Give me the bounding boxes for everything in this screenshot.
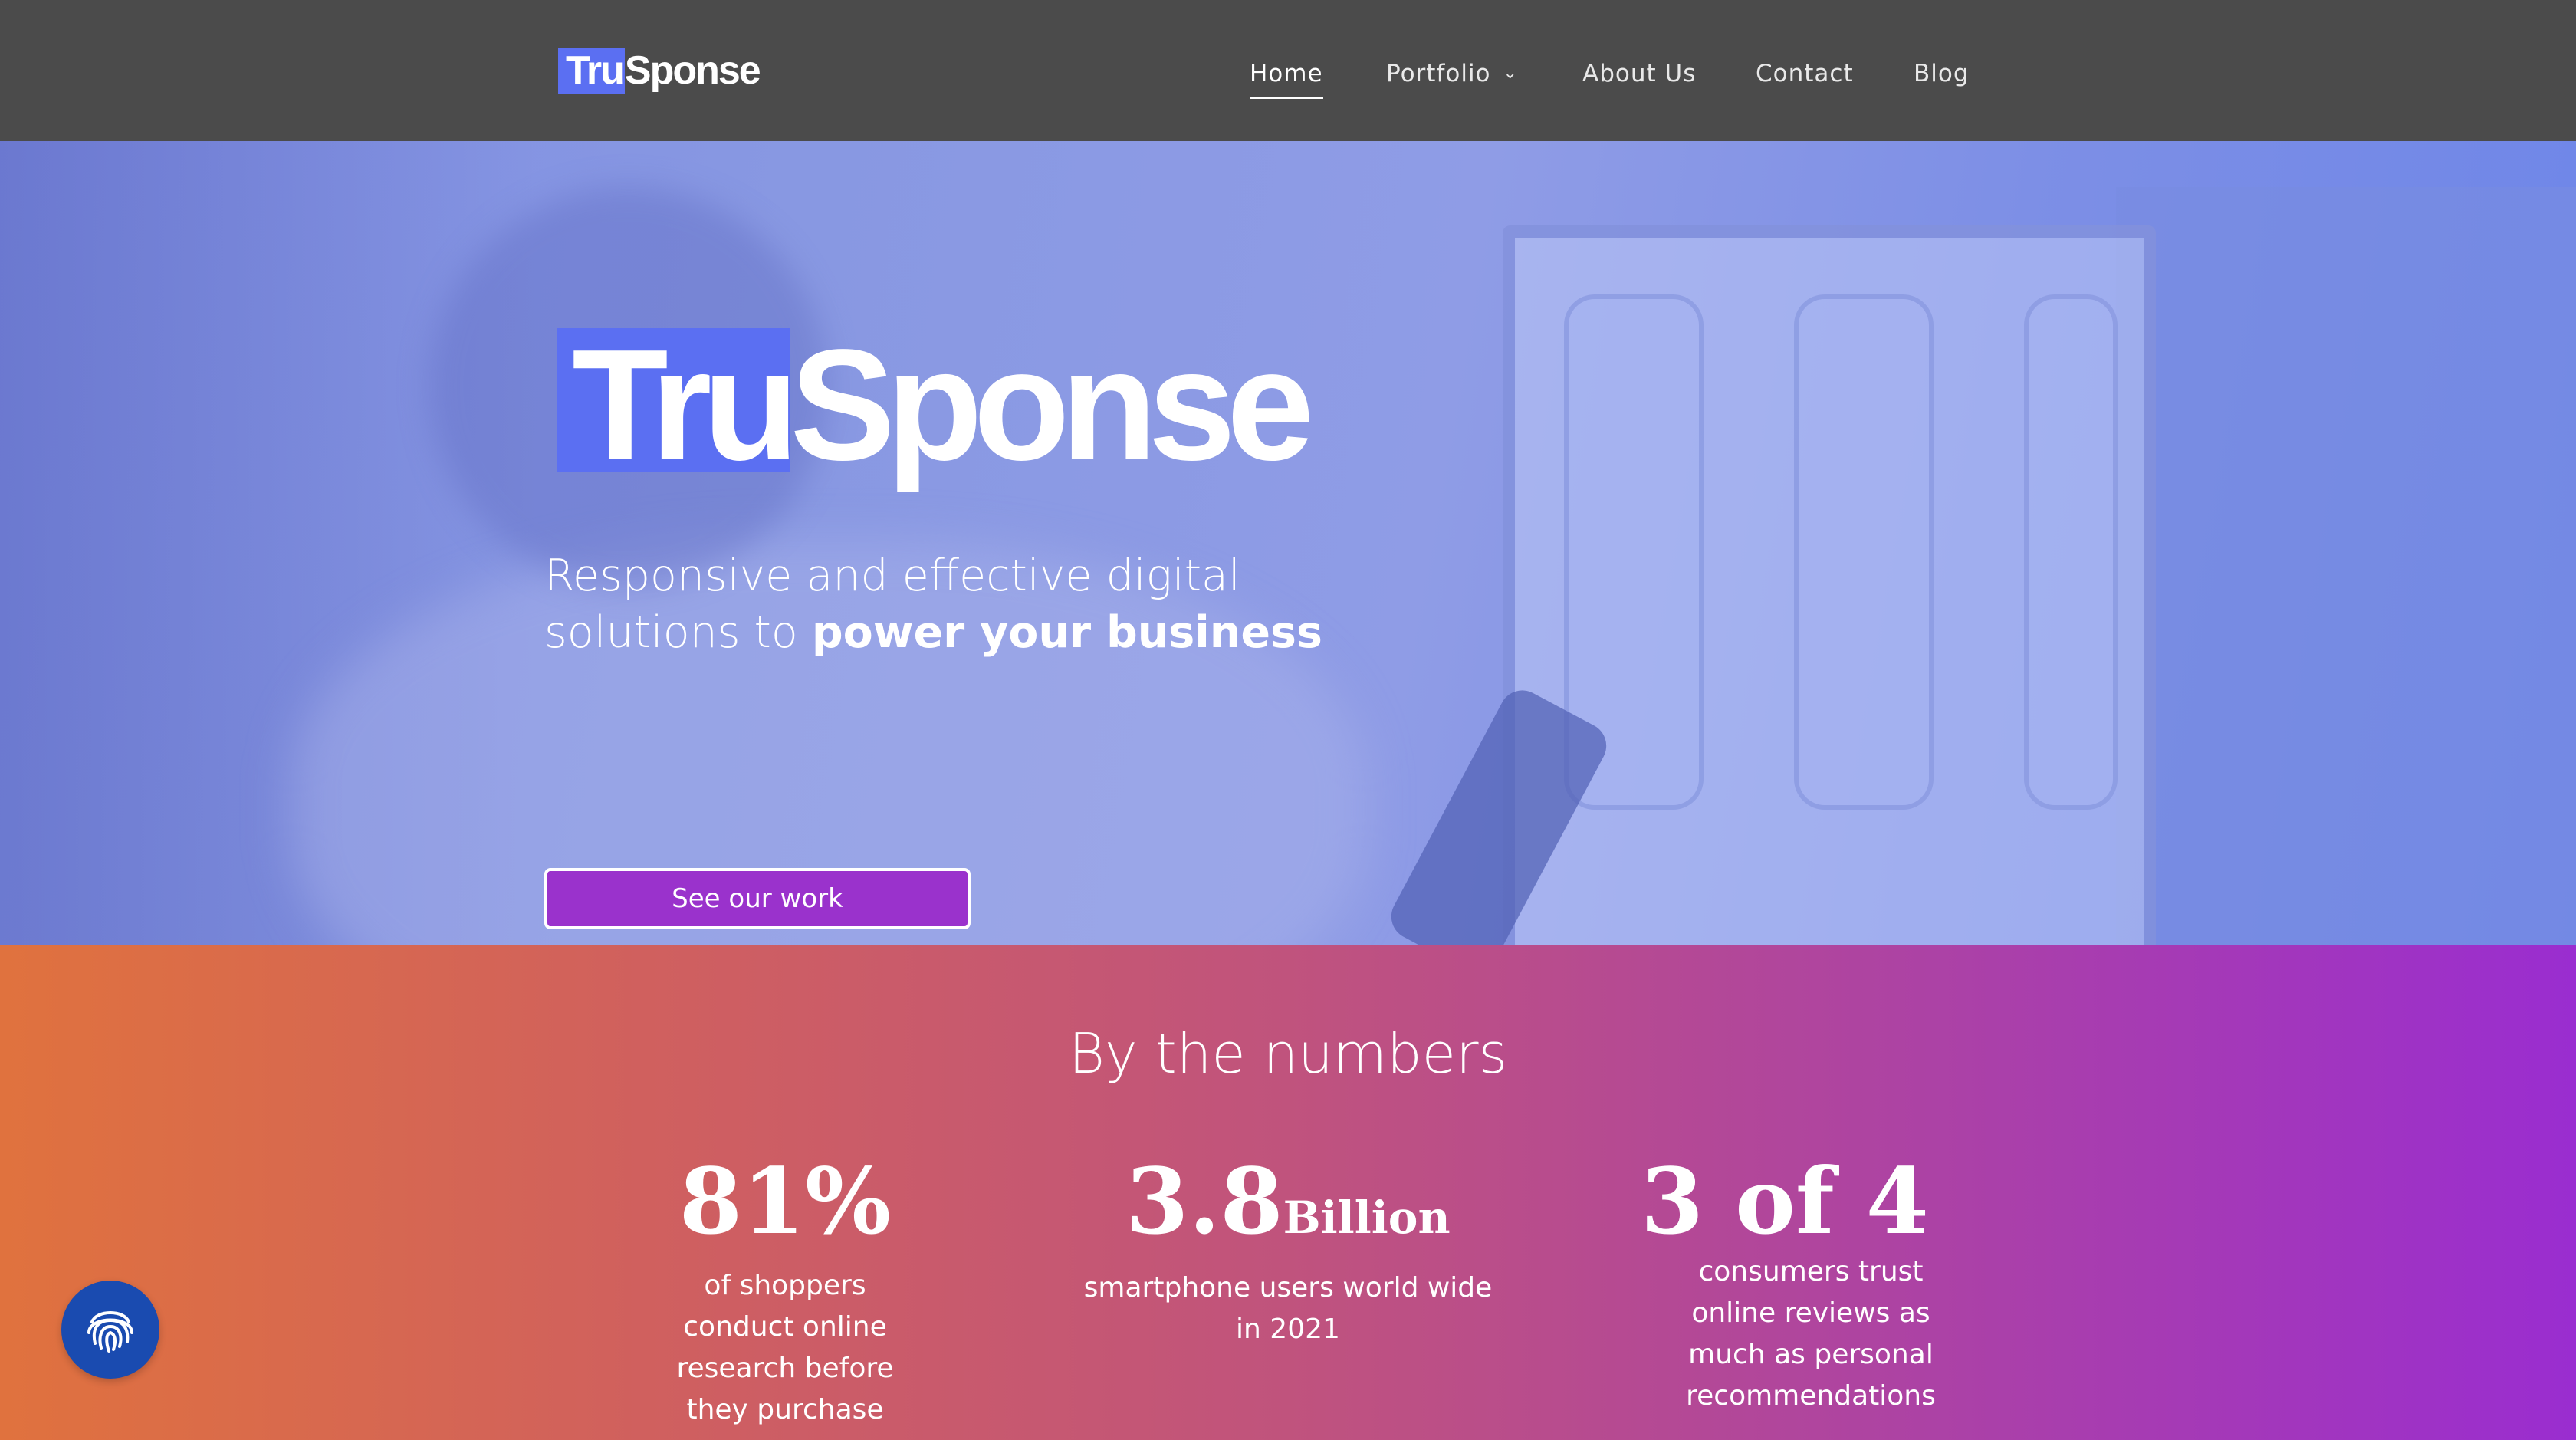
nav-links: Home Portfolio ⌄ About Us Contact Blog — [0, 60, 2576, 99]
section-title: By the numbers — [1068, 1021, 1508, 1086]
hero-logo-highlight: Tru — [557, 326, 799, 484]
nav-link-blog[interactable]: Blog — [1914, 60, 1970, 87]
nav-link-portfolio[interactable]: Portfolio ⌄ — [1386, 60, 1518, 87]
stat-value: 3.8 — [1125, 1148, 1283, 1254]
hero-background-phone-mockup — [1794, 294, 1934, 810]
hero-logo-rest: Sponse — [790, 317, 1314, 493]
fingerprint-widget-button[interactable] — [61, 1281, 159, 1379]
numbers-section: By the numbers 81% of shoppers conduct o… — [0, 945, 2576, 1440]
hero-tagline-line2: solutions to power your business — [544, 604, 1464, 661]
stat-item: 3.8Billion smartphone users world wide i… — [1058, 1152, 1518, 1350]
nav-link-about-us[interactable]: About Us — [1582, 60, 1696, 87]
chevron-down-icon: ⌄ — [1503, 64, 1518, 83]
fingerprint-icon — [87, 1311, 133, 1353]
stat-description: of shoppers conduct online research befo… — [676, 1270, 894, 1425]
hero-tagline: Responsive and effective digital solutio… — [544, 547, 1464, 661]
hero-tagline-prefix: solutions to — [544, 607, 812, 658]
stat-description: smartphone users world wide in 2021 — [1083, 1272, 1493, 1345]
hero-background-monitor — [2116, 187, 2576, 945]
stat-value: 3 of 4 — [1641, 1148, 1929, 1254]
stat-value-suffix: Billion — [1283, 1192, 1451, 1244]
see-our-work-button[interactable]: See our work — [544, 868, 971, 929]
nav-link-contact[interactable]: Contact — [1756, 60, 1854, 87]
hero-tagline-line1: Responsive and effective digital — [544, 551, 1240, 601]
nav-link-portfolio-label: Portfolio — [1386, 60, 1491, 87]
hero-section: TruSponse Responsive and effective digit… — [0, 141, 2576, 945]
stat-item: 81% of shoppers conduct online research … — [632, 1152, 938, 1431]
stat-item: 3 of 4 consumers trust online reviews as… — [1610, 1152, 1993, 1417]
stat-value: 81% — [678, 1148, 892, 1254]
nav-link-home[interactable]: Home — [1250, 60, 1323, 99]
hero-logo: TruSponse — [557, 326, 1315, 484]
stat-description: consumers trust online reviews as much a… — [1686, 1256, 1936, 1412]
top-navigation: TruSponse Home Portfolio ⌄ About Us Conta… — [0, 0, 2576, 141]
hero-background-phone-mockup — [2024, 294, 2118, 810]
hero-tagline-bold: power your business — [811, 607, 1322, 658]
stat-value-row: 3.8Billion — [1058, 1152, 1518, 1267]
